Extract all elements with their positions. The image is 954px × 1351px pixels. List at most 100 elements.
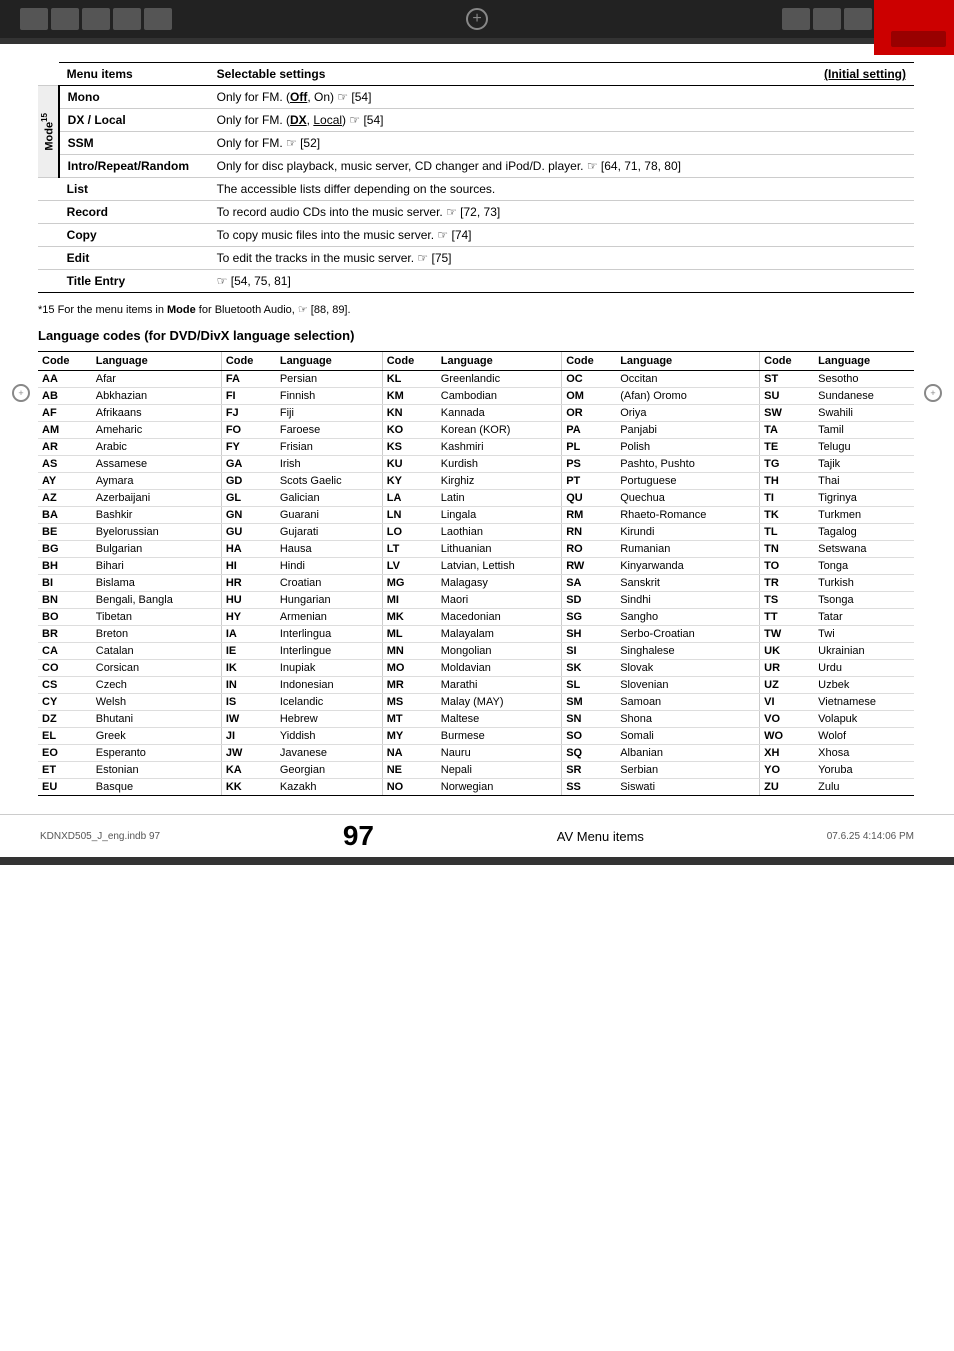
lang-code: WO <box>760 728 815 745</box>
menu-item-title: Title Entry <box>59 270 209 293</box>
lang-code: FA <box>221 371 276 388</box>
table-row: AZAzerbaijaniGLGalicianLALatinQUQuechuaT… <box>38 490 914 507</box>
lang-name: Czech <box>92 677 222 694</box>
lang-code: BI <box>38 575 92 592</box>
table-row: AMAmeharicFOFaroeseKOKorean (KOR)PAPanja… <box>38 422 914 439</box>
lang-code: LO <box>382 524 437 541</box>
lang-name: Assamese <box>92 456 222 473</box>
lang-name: Basque <box>92 779 222 796</box>
mode-label: Mode15 <box>40 113 56 151</box>
lang-code: TH <box>760 473 815 490</box>
lang-code: SG <box>562 609 617 626</box>
lang-code: LV <box>382 558 437 575</box>
lang-code: HU <box>221 592 276 609</box>
lang-name: Malay (MAY) <box>437 694 562 711</box>
lang-code: ET <box>38 762 92 779</box>
lang-code: TK <box>760 507 815 524</box>
table-row: SSM Only for FM. ☞ [52] <box>38 132 914 155</box>
lang-code: IN <box>221 677 276 694</box>
lang-name: Guarani <box>276 507 382 524</box>
lang-name: Croatian <box>276 575 382 592</box>
lang-name: Somali <box>616 728 759 745</box>
lang-code: IE <box>221 643 276 660</box>
lang-name: Korean (KOR) <box>437 422 562 439</box>
lang-name: Lingala <box>437 507 562 524</box>
lang-code: KS <box>382 439 437 456</box>
lang-name: Albanian <box>616 745 759 762</box>
lang-code: SR <box>562 762 617 779</box>
lang-table-header: Code Language Code Language Code Languag… <box>38 352 914 371</box>
lang-name: Nauru <box>437 745 562 762</box>
lang-code: TO <box>760 558 815 575</box>
table-row: Title Entry ☞ [54, 75, 81] <box>38 270 914 293</box>
lang-code: SA <box>562 575 617 592</box>
table-row: AYAymaraGDScots GaelicKYKirghizPTPortugu… <box>38 473 914 490</box>
lang-code: AB <box>38 388 92 405</box>
lang-code: KU <box>382 456 437 473</box>
lang-name: Tagalog <box>814 524 914 541</box>
col-header-lang5: Language <box>814 352 914 371</box>
lang-code: TE <box>760 439 815 456</box>
lang-code: TL <box>760 524 815 541</box>
lang-code: KA <box>221 762 276 779</box>
lang-code: OR <box>562 405 617 422</box>
lang-name: Tigrinya <box>814 490 914 507</box>
col-header-code5: Code <box>760 352 815 371</box>
lang-name: Turkmen <box>814 507 914 524</box>
lang-code: AS <box>38 456 92 473</box>
language-table: Code Language Code Language Code Languag… <box>38 351 914 796</box>
lang-code: QU <box>562 490 617 507</box>
col-header-code4: Code <box>562 352 617 371</box>
footnote: *15 For the menu items in Mode for Bluet… <box>38 303 914 316</box>
lang-name: Mongolian <box>437 643 562 660</box>
lang-name: Wolof <box>814 728 914 745</box>
lang-name: Scots Gaelic <box>276 473 382 490</box>
lang-code: NO <box>382 779 437 796</box>
lang-name: Indonesian <box>276 677 382 694</box>
lang-code: MI <box>382 592 437 609</box>
lang-code: EO <box>38 745 92 762</box>
lang-name: Hindi <box>276 558 382 575</box>
lang-code: CO <box>38 660 92 677</box>
left-circle-marker: + <box>12 384 30 402</box>
lang-name: Kirundi <box>616 524 759 541</box>
lang-code: BN <box>38 592 92 609</box>
lang-name: Tonga <box>814 558 914 575</box>
lang-name: Setswana <box>814 541 914 558</box>
table-row: Copy To copy music files into the music … <box>38 224 914 247</box>
col-header-lang2: Language <box>276 352 382 371</box>
lang-name: Greenlandic <box>437 371 562 388</box>
lang-code: TI <box>760 490 815 507</box>
lang-code: SM <box>562 694 617 711</box>
lang-name: Polish <box>616 439 759 456</box>
lang-name: Thai <box>814 473 914 490</box>
lang-code: SO <box>562 728 617 745</box>
table-row: ARArabicFYFrisianKSKashmiriPLPolishTETel… <box>38 439 914 456</box>
lang-code: KM <box>382 388 437 405</box>
lang-name: Sangho <box>616 609 759 626</box>
lang-name: Portuguese <box>616 473 759 490</box>
lang-name: Tatar <box>814 609 914 626</box>
menu-item-intro: Intro/Repeat/Random <box>59 155 209 178</box>
header-block-r1 <box>782 8 810 30</box>
lang-code: SS <box>562 779 617 796</box>
lang-name: Frisian <box>276 439 382 456</box>
menu-table: Menu items Selectable settings (Initial … <box>38 62 914 293</box>
lang-name: Afar <box>92 371 222 388</box>
lang-code: MO <box>382 660 437 677</box>
table-row: ELGreekJIYiddishMYBurmeseSOSomaliWOWolof <box>38 728 914 745</box>
lang-name: Telugu <box>814 439 914 456</box>
lang-code: ML <box>382 626 437 643</box>
lang-name: Esperanto <box>92 745 222 762</box>
table-row: BRBretonIAInterlinguaMLMalayalamSHSerbo-… <box>38 626 914 643</box>
menu-item-record: Record <box>59 201 209 224</box>
table-row: BGBulgarianHAHausaLTLithuanianRORumanian… <box>38 541 914 558</box>
lang-name: Gujarati <box>276 524 382 541</box>
lang-code: AY <box>38 473 92 490</box>
setting-record: To record audio CDs into the music serve… <box>209 201 795 224</box>
page-label: AV Menu items <box>557 829 644 844</box>
col-header-menu: Menu items <box>59 63 209 86</box>
lang-section-title: Language codes (for DVD/DivX language se… <box>38 328 914 343</box>
lang-name: Irish <box>276 456 382 473</box>
lang-name: Kazakh <box>276 779 382 796</box>
